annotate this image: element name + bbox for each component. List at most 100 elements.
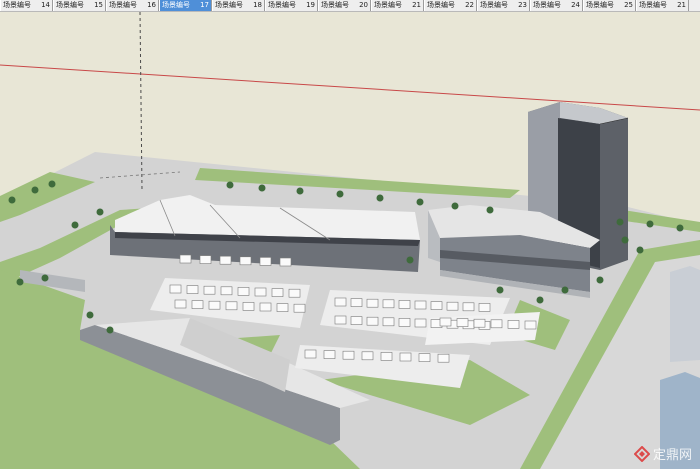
parked-bus xyxy=(380,352,393,361)
parked-bus xyxy=(414,300,427,310)
scene-tab-number: 18 xyxy=(253,1,262,9)
parked-bus xyxy=(220,286,233,296)
tree xyxy=(86,311,94,319)
tree xyxy=(496,286,504,294)
parked-bus xyxy=(382,317,395,327)
parked-bus xyxy=(179,254,192,264)
scene-tab-21b[interactable]: 场景编号 21 xyxy=(636,0,689,11)
scene-tab-label: 场景编号 xyxy=(109,1,137,9)
parked-bus xyxy=(271,288,284,297)
parked-bus xyxy=(334,315,347,325)
parked-bus xyxy=(242,302,255,311)
scene-tab-21[interactable]: 场景编号 21 xyxy=(371,0,424,11)
tree xyxy=(71,221,79,229)
scene-tab-18[interactable]: 场景编号 18 xyxy=(212,0,265,11)
tree xyxy=(621,236,629,244)
scene-tab-label: 场景编号 xyxy=(162,1,190,9)
dingding-logo-icon xyxy=(633,445,650,462)
parked-bus xyxy=(446,301,459,311)
scene-tab-25[interactable]: 场景编号 25 xyxy=(583,0,636,11)
parked-bus xyxy=(418,353,431,362)
tree xyxy=(406,256,414,264)
tree xyxy=(616,218,624,226)
parked-bus xyxy=(225,301,238,311)
scene-tab-label: 场景编号 xyxy=(321,1,349,9)
parked-bus xyxy=(254,287,267,297)
tree xyxy=(31,186,39,194)
scene-tab-number: 20 xyxy=(359,1,368,9)
scene-tab-16[interactable]: 场景编号 16 xyxy=(106,0,159,11)
parked-bus xyxy=(399,352,412,362)
parked-bus xyxy=(203,285,216,295)
scene-tab-24[interactable]: 场景编号 24 xyxy=(530,0,583,11)
scene-tab-15[interactable]: 场景编号 15 xyxy=(53,0,106,11)
parked-bus xyxy=(361,351,374,361)
parked-bus xyxy=(186,285,199,294)
scene-tab-22[interactable]: 场景编号 22 xyxy=(424,0,477,11)
scene-tab-label: 场景编号 xyxy=(427,1,455,9)
scene-tab-bar: 场景编号 14 场景编号 15 场景编号 16 场景编号 17 场景编号 18 场景编号 1… xyxy=(0,0,700,12)
scene-tab-number: 19 xyxy=(306,1,315,9)
tree xyxy=(636,246,644,254)
parked-bus xyxy=(276,303,289,312)
parked-bus xyxy=(473,318,486,328)
parked-bus xyxy=(293,303,306,313)
scene-tab-14[interactable]: 场景编号 14 xyxy=(0,0,53,11)
parked-bus xyxy=(366,298,379,308)
parked-bus xyxy=(208,300,221,310)
parked-bus xyxy=(259,302,272,312)
scene-tab-20[interactable]: 场景编号 20 xyxy=(318,0,371,11)
tree xyxy=(226,181,234,189)
parked-bus xyxy=(437,353,450,363)
tree xyxy=(596,276,604,284)
site-model-render xyxy=(0,12,700,469)
parked-bus xyxy=(191,300,204,309)
scene-tab-label: 场景编号 xyxy=(56,1,84,9)
tree xyxy=(376,194,384,202)
scene-tab-label: 场景编号 xyxy=(533,1,561,9)
scene-tab-number: 17 xyxy=(200,1,209,9)
scene-tab-label: 场景编号 xyxy=(215,1,243,9)
tree xyxy=(336,190,344,198)
parked-bus xyxy=(334,297,347,307)
parked-bus xyxy=(524,320,537,330)
tree xyxy=(258,184,266,192)
parked-bus xyxy=(430,301,443,310)
scene-tab-number: 15 xyxy=(94,1,103,9)
parked-bus xyxy=(350,316,363,325)
scene-tab-label: 场景编号 xyxy=(374,1,402,9)
tree xyxy=(536,296,544,304)
tree xyxy=(8,196,16,204)
parked-bus xyxy=(259,257,272,266)
tree xyxy=(41,274,49,282)
model-viewport[interactable] xyxy=(0,12,700,469)
scene-tab-label: 场景编号 xyxy=(3,1,31,9)
scene-tab-number: 23 xyxy=(518,1,527,9)
parked-bus xyxy=(507,320,520,329)
scene-tab-17[interactable]: 场景编号 17 xyxy=(159,0,212,11)
tree xyxy=(16,278,24,286)
scene-tab-23[interactable]: 场景编号 23 xyxy=(477,0,530,11)
watermark-text: 定鼎网 xyxy=(652,448,692,463)
tree xyxy=(106,326,114,334)
scene-tab-number: 21 xyxy=(677,1,686,9)
parked-bus xyxy=(237,287,250,296)
scene-tab-number: 16 xyxy=(147,1,156,9)
parked-bus xyxy=(439,317,452,327)
parked-bus xyxy=(323,350,336,359)
parked-bus xyxy=(382,299,395,309)
parked-bus xyxy=(279,257,292,267)
scene-tab-number: 24 xyxy=(571,1,580,9)
parked-bus xyxy=(342,350,355,360)
parked-bus xyxy=(398,318,411,327)
tree xyxy=(48,180,56,188)
sketchup-app: 场景编号 14 场景编号 15 场景编号 16 场景编号 17 场景编号 18 场景编号 1… xyxy=(0,0,700,469)
tree xyxy=(486,206,494,214)
scene-tab-label: 场景编号 xyxy=(586,1,614,9)
parked-bus xyxy=(219,255,232,265)
tree xyxy=(416,198,424,206)
parked-bus xyxy=(366,316,379,326)
parked-bus xyxy=(169,284,182,294)
scene-tab-number: 14 xyxy=(41,1,50,9)
scene-tab-19[interactable]: 场景编号 19 xyxy=(265,0,318,11)
